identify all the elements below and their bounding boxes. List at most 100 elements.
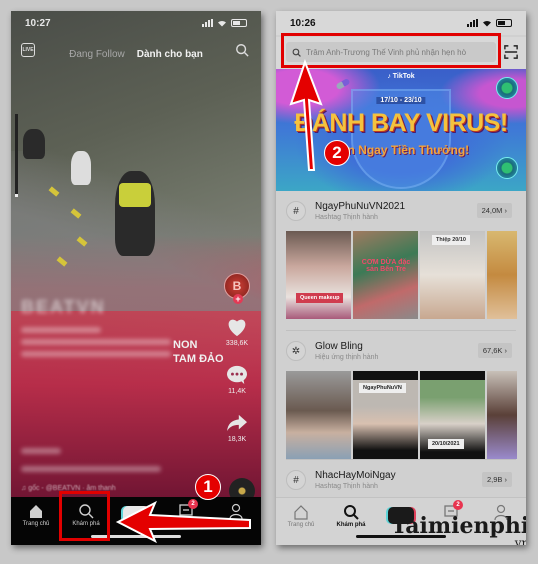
trending-section: # NgayPhuNuVN2021 Hashtag Thịnh hành 24,… [276, 191, 526, 319]
comment-count: 11,4K [228, 388, 246, 395]
inbox-badge: 2 [188, 499, 198, 509]
video-thumbnail[interactable]: Queen makeup [286, 231, 351, 319]
section-subtitle: Hashtag Thịnh hành [315, 214, 378, 221]
banner-subtitle: Săn Ngay Tiền Thưởng! [332, 143, 470, 157]
home-icon [294, 505, 308, 520]
video-progress-vertical [15, 114, 18, 197]
taimienphi-watermark: Taimienphi .vn [391, 513, 526, 545]
hashtag-icon: # [286, 470, 306, 490]
video-rider-main [115, 171, 155, 256]
hashtag-icon: # [286, 201, 306, 221]
thumb-label: Thiệp 20/10 [432, 235, 470, 245]
creator-avatar[interactable]: B + [224, 273, 250, 304]
thumbnail-row: Queen makeup CƠM DỪA đặc sản Bến Tre Thi… [276, 231, 526, 319]
section-count[interactable]: 24,0M › [476, 203, 512, 218]
blurred-username [21, 448, 61, 454]
signal-icon [202, 19, 213, 27]
video-thumbnail[interactable]: CƠM DỪA đặc sản Bến Tre [353, 231, 418, 319]
status-bar: 10:27 [11, 11, 261, 35]
inbox-badge: 2 [453, 500, 463, 510]
thumb-label: 20/10/2021 [428, 439, 464, 449]
caption-line: TAM ĐẢO [173, 353, 224, 365]
right-phone-discover: 10:26 Trâm Anh-Trương Thế Vinh phủ nhận … [276, 11, 526, 545]
heart-icon [228, 319, 246, 337]
status-bar: 10:26 [276, 11, 526, 35]
tab-profile[interactable] [214, 503, 258, 521]
video-thumbnail[interactable] [487, 231, 517, 319]
search-highlight-box [281, 33, 501, 68]
tab-label: Trang chủ [287, 522, 315, 528]
video-rider [23, 129, 45, 159]
blurred-caption [21, 327, 101, 333]
share-button[interactable]: 18,3K [226, 413, 248, 443]
tab-following[interactable]: Đang Follow [69, 49, 125, 60]
comment-button[interactable]: 11,4K [226, 365, 248, 395]
blurred-description [21, 466, 161, 472]
section-count[interactable]: 67,6K › [477, 343, 512, 358]
battery-icon [496, 19, 512, 27]
virus-icon [496, 157, 518, 179]
signal-icon [467, 19, 478, 27]
video-watermark: BEATVN [21, 297, 106, 317]
effect-icon: ✲ [286, 341, 306, 361]
section-title: NgayPhuNuVN2021 [315, 201, 406, 212]
share-icon [227, 414, 247, 432]
section-header[interactable]: ✲ Glow Bling Hiệu ứng thịnh hành 67,6K › [276, 331, 526, 371]
brand-main: Taimienphi [391, 513, 526, 539]
video-thumbnail[interactable]: Thiệp 20/10 [420, 231, 485, 319]
step-badge-1: 1 [195, 474, 221, 500]
virus-icon [496, 77, 518, 99]
banner-title: ĐÁNH BAY VIRUS! [294, 109, 508, 137]
share-count: 18,3K [227, 436, 247, 443]
tab-label: Trang chủ [22, 521, 50, 527]
tab-create[interactable] [114, 503, 158, 523]
banner-shield [351, 89, 451, 189]
wifi-icon [218, 20, 226, 27]
tab-inbox[interactable]: 2 [164, 499, 208, 521]
scan-icon[interactable] [504, 45, 518, 59]
blurred-caption [21, 351, 171, 357]
section-header[interactable]: # NgayPhuNuVN2021 Hashtag Thịnh hành 24,… [276, 191, 526, 231]
thumb-label: NgayPhuNuVN [359, 383, 406, 393]
video-thumbnail[interactable] [286, 371, 351, 459]
blurred-caption [21, 339, 171, 345]
plus-icon [123, 506, 149, 523]
thumbnail-row: NgayPhuNuVN 20/10/2021 [276, 371, 526, 459]
follow-plus-icon[interactable]: + [233, 294, 243, 304]
step-badge-2: 2 [324, 140, 350, 166]
pill-icon [335, 77, 351, 91]
tab-home[interactable]: Trang chủ [279, 504, 323, 528]
feed-tabs: Đang Follow Dành cho bạn [11, 49, 261, 60]
video-caption-visible: NON TAM ĐẢO [173, 338, 224, 366]
left-phone-tiktok-feed: 10:27 LIVE Đang Follow Dành cho bạn BEAT… [11, 11, 261, 545]
home-icon [30, 505, 42, 518]
tab-for-you[interactable]: Dành cho bạn [137, 49, 203, 60]
wifi-icon [483, 20, 491, 27]
status-time: 10:26 [290, 17, 316, 29]
tab-label: Khám phá [336, 522, 366, 528]
video-thumbnail[interactable] [487, 371, 517, 459]
tab-home[interactable]: Trang chủ [14, 503, 58, 527]
battery-icon [231, 19, 247, 27]
like-count: 338,6K [225, 340, 249, 347]
banner-date: 17/10 - 23/10 [376, 97, 426, 104]
search-icon[interactable] [235, 43, 249, 57]
section-subtitle: Hashtag Thịnh hành [315, 483, 378, 490]
thumb-label: CƠM DỪA đặc sản Bến Tre [361, 259, 411, 273]
promo-banner[interactable]: ♪ TikTok 17/10 - 23/10 ĐÁNH BAY VIRUS! S… [276, 69, 526, 191]
tiktok-logo: ♪ TikTok [387, 73, 415, 80]
section-header[interactable]: # NhacHayMoiNgay Hashtag Thịnh hành 2,9B… [276, 460, 526, 500]
status-time: 10:27 [25, 17, 51, 29]
trending-section: # NhacHayMoiNgay Hashtag Thịnh hành 2,9B… [276, 460, 526, 500]
video-thumbnail[interactable]: NgayPhuNuVN [353, 371, 418, 459]
tab-discover[interactable]: Khám phá [329, 504, 373, 528]
video-actions: B + 338,6K 11,4K 18,3K [219, 273, 255, 443]
video-thumbnail[interactable]: 20/10/2021 [420, 371, 485, 459]
discover-highlight-box [59, 491, 110, 541]
trending-section: ✲ Glow Bling Hiệu ứng thịnh hành 67,6K ›… [276, 331, 526, 459]
section-title: Glow Bling [315, 341, 363, 352]
section-title: NhacHayMoiNgay [315, 470, 396, 481]
avatar-letter: B [232, 279, 242, 293]
section-count[interactable]: 2,9B › [481, 472, 512, 487]
like-button[interactable]: 338,6K [226, 317, 248, 347]
